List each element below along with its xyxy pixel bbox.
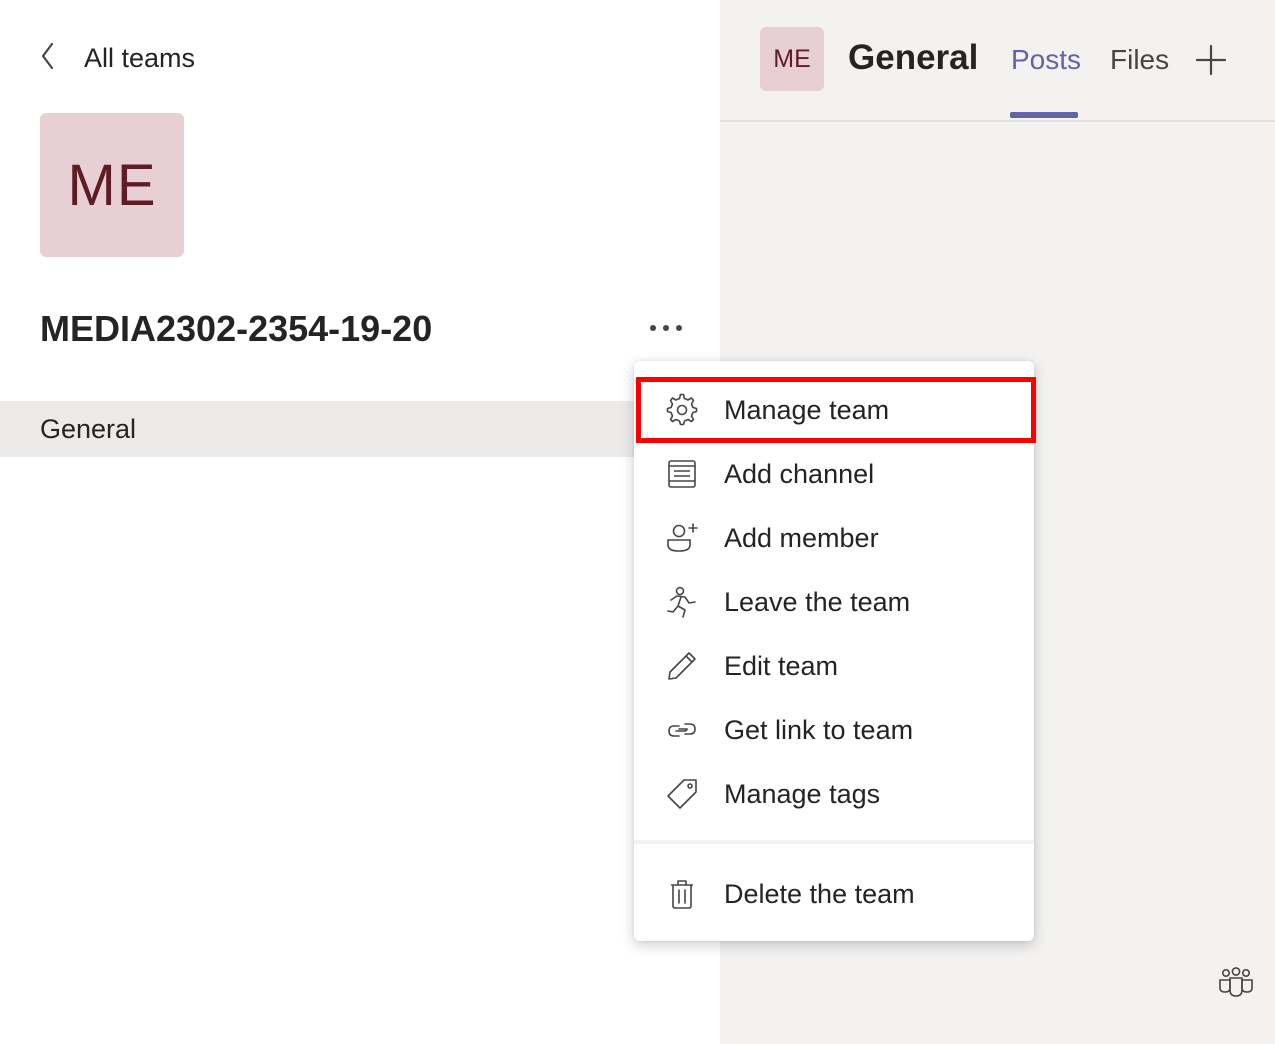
team-members-button[interactable]: [1218, 966, 1254, 998]
menu-item-label: Manage team: [724, 394, 890, 425]
menu-item-manage-tags[interactable]: Manage tags: [634, 762, 1034, 826]
menu-item-label: Get link to team: [724, 714, 914, 745]
menu-item-add-member[interactable]: Add member: [634, 506, 1034, 570]
menu-item-label: Delete the team: [724, 878, 915, 909]
menu-item-delete-team[interactable]: Delete the team: [634, 862, 1034, 926]
menu-item-label: Manage tags: [724, 778, 881, 809]
channel-list-icon: [664, 456, 700, 492]
more-options-button[interactable]: [646, 312, 686, 344]
menu-item-leave-team[interactable]: Leave the team: [634, 570, 1034, 634]
channel-header: ME General Posts Files: [720, 0, 1275, 122]
menu-item-label: Leave the team: [724, 586, 911, 617]
tab-posts[interactable]: Posts: [1011, 44, 1081, 76]
channel-title: General: [848, 38, 979, 77]
add-tab-button[interactable]: [1195, 44, 1227, 76]
people-icon: [1219, 967, 1253, 997]
menu-item-label: Edit team: [724, 650, 839, 681]
active-tab-indicator: [1010, 112, 1078, 118]
menu-item-manage-team[interactable]: Manage team: [634, 378, 1034, 442]
plus-icon: [1195, 44, 1227, 76]
team-options-menu: Manage team Add channel Add member Leave…: [634, 361, 1036, 941]
channel-item-general[interactable]: General: [0, 401, 660, 457]
menu-divider: [634, 840, 1034, 844]
menu-item-label: Add channel: [724, 458, 875, 489]
link-icon: [664, 712, 700, 748]
team-name: MEDIA2302-2354-19-20: [40, 308, 433, 349]
menu-item-get-link[interactable]: Get link to team: [634, 698, 1034, 762]
header-team-avatar: ME: [760, 27, 824, 91]
ellipsis-icon: [650, 325, 682, 331]
running-person-icon: [664, 584, 700, 620]
menu-item-label: Add member: [724, 522, 879, 553]
add-person-icon: [664, 520, 700, 556]
menu-item-add-channel[interactable]: Add channel: [634, 442, 1034, 506]
team-avatar: ME: [40, 113, 184, 257]
back-label: All teams: [84, 42, 196, 73]
channel-label: General: [40, 413, 137, 444]
tab-files[interactable]: Files: [1110, 44, 1169, 76]
trash-icon: [664, 876, 700, 912]
back-to-all-teams-link[interactable]: All teams: [38, 38, 195, 78]
chevron-left-icon: [38, 40, 58, 77]
tag-icon: [664, 776, 700, 812]
team-sidebar: All teams ME MEDIA2302-2354-19-20 Genera…: [0, 0, 720, 1044]
pencil-icon: [664, 648, 700, 684]
gear-icon: [664, 392, 700, 428]
menu-item-edit-team[interactable]: Edit team: [634, 634, 1034, 698]
